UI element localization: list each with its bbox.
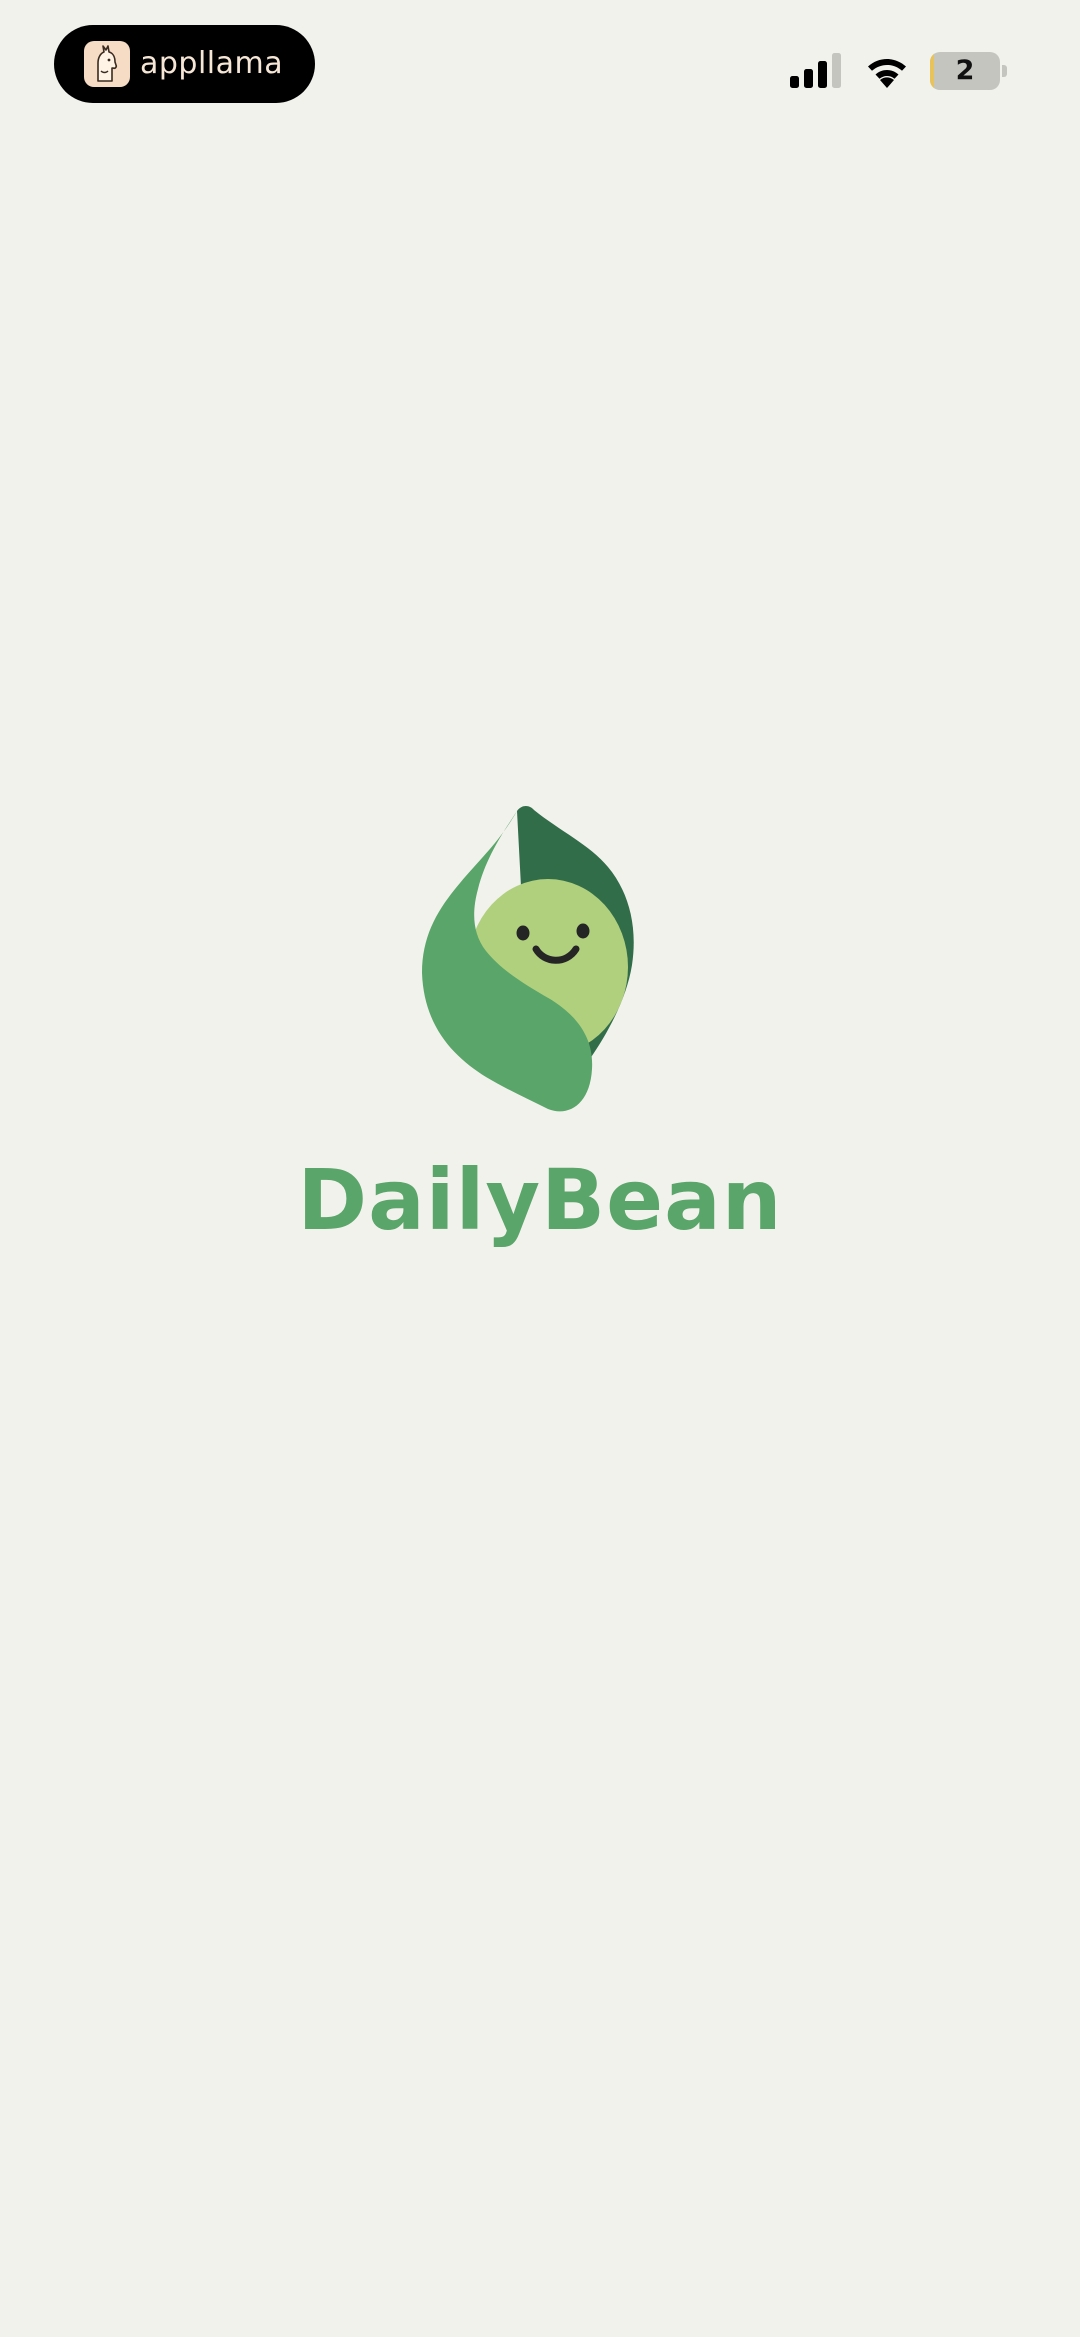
bean-pod-mascot-icon [422,806,634,1112]
app-title: DailyBean [297,1151,783,1249]
splash-screen: DailyBean [0,0,1080,2337]
